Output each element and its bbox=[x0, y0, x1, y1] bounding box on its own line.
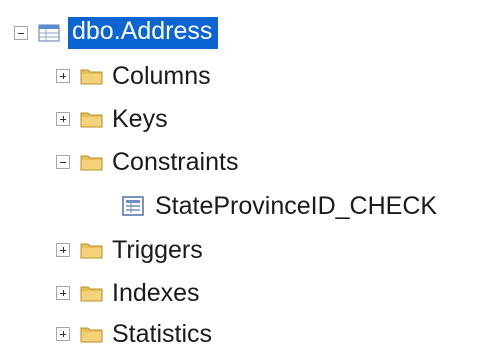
tree-node-indexes[interactable]: Indexes bbox=[56, 273, 200, 313]
expand-toggle[interactable] bbox=[56, 286, 70, 300]
node-label: Indexes bbox=[112, 278, 200, 307]
tree-node-triggers[interactable]: Triggers bbox=[56, 230, 203, 270]
node-label: StateProvinceID_CHECK bbox=[155, 191, 438, 220]
node-label: Keys bbox=[112, 104, 168, 133]
expand-toggle[interactable] bbox=[56, 243, 70, 257]
expand-toggle[interactable] bbox=[56, 69, 70, 83]
folder-icon bbox=[80, 112, 103, 128]
node-label: Triggers bbox=[112, 235, 203, 264]
folder-icon bbox=[80, 155, 103, 171]
table-icon bbox=[38, 24, 60, 42]
tree-node-statistics[interactable]: Statistics bbox=[56, 314, 212, 354]
node-label: dbo.Address bbox=[68, 17, 219, 49]
node-label: Columns bbox=[112, 61, 211, 90]
folder-icon bbox=[80, 286, 103, 302]
folder-icon bbox=[80, 327, 103, 343]
node-label: Constraints bbox=[112, 147, 239, 176]
constraint-icon bbox=[122, 196, 144, 216]
collapse-toggle[interactable] bbox=[14, 26, 28, 40]
node-label: Statistics bbox=[112, 319, 213, 348]
collapse-toggle[interactable] bbox=[56, 155, 70, 169]
tree-node-dbo-address[interactable]: dbo.Address bbox=[14, 13, 219, 53]
tree-node-keys[interactable]: Keys bbox=[56, 99, 168, 139]
tree-node-stateprovinceid-check[interactable]: StateProvinceID_CHECK bbox=[122, 186, 437, 226]
tree-node-columns[interactable]: Columns bbox=[56, 56, 211, 96]
tree-node-constraints[interactable]: Constraints bbox=[56, 142, 238, 182]
expand-toggle[interactable] bbox=[56, 112, 70, 126]
folder-icon bbox=[80, 243, 103, 259]
expand-toggle[interactable] bbox=[56, 327, 70, 341]
folder-icon bbox=[80, 69, 103, 85]
